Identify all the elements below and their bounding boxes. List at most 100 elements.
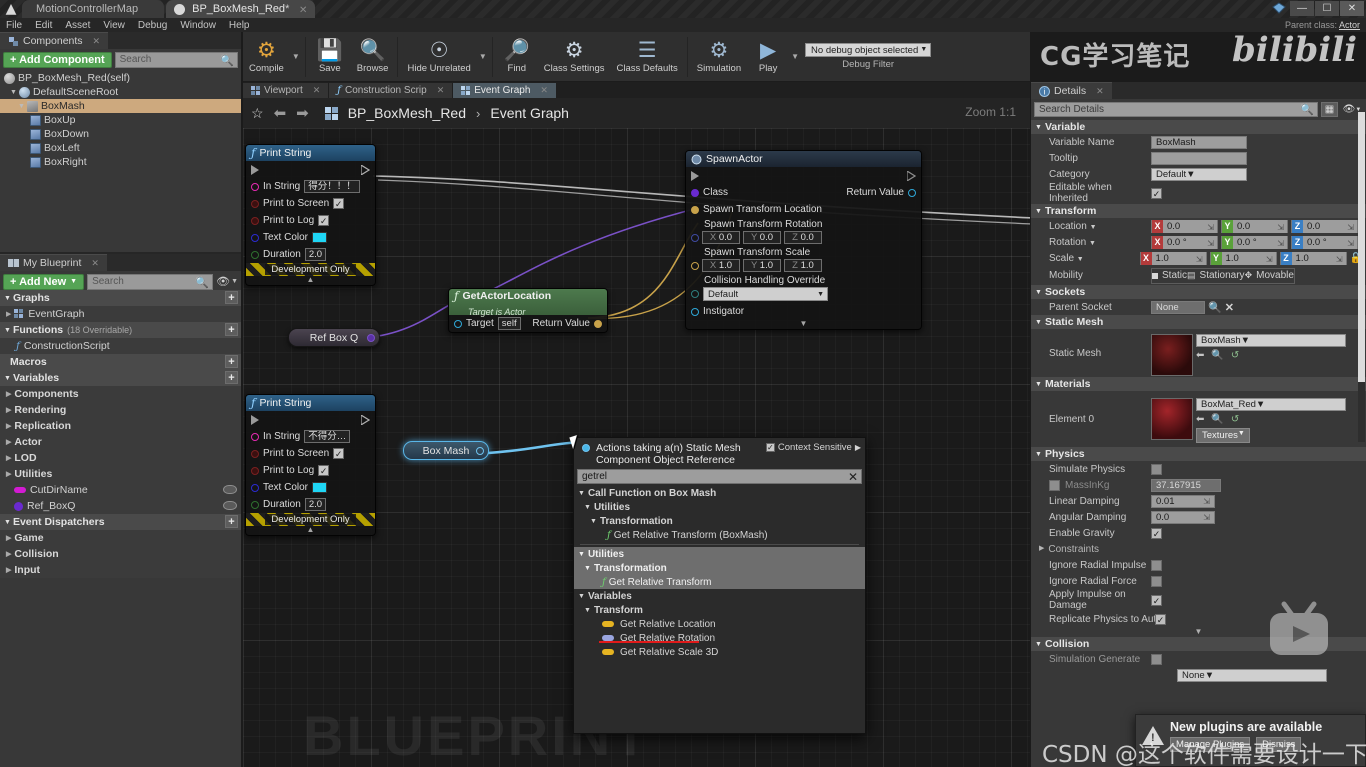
close-icon[interactable]: ✕ bbox=[437, 85, 445, 96]
play-button[interactable]: ▶ Play bbox=[747, 33, 789, 81]
collision-override-select[interactable]: Default ▼ bbox=[703, 287, 828, 301]
exec-in-pin[interactable] bbox=[251, 164, 259, 175]
static-mesh-select[interactable]: BoxMash ▼ bbox=[1196, 333, 1346, 347]
rot-z-value[interactable]: 0.0 bbox=[801, 232, 814, 243]
components-search-input[interactable]: Search 🔍 bbox=[114, 51, 238, 68]
menu-item-asset[interactable]: Asset bbox=[65, 20, 90, 31]
add-component-button[interactable]: + Add Component bbox=[3, 51, 112, 68]
exec-in-pin[interactable] bbox=[251, 414, 259, 425]
menu-item-file[interactable]: File bbox=[6, 20, 22, 31]
rotation-y[interactable]: Y 0.0 ° ⇲ bbox=[1221, 235, 1288, 249]
chevron-right-icon[interactable]: ▶ bbox=[6, 422, 11, 430]
tree-item-boxup[interactable]: BoxUp bbox=[0, 113, 241, 127]
node-header[interactable]: ƒ Print String bbox=[246, 145, 375, 161]
tab-components[interactable]: Components ✕ bbox=[0, 32, 109, 49]
duration-value[interactable]: 2.0 bbox=[304, 248, 327, 261]
tab-myblueprint[interactable]: My Blueprint ✕ bbox=[0, 254, 107, 271]
float-pin[interactable] bbox=[251, 500, 259, 509]
add-new-button[interactable]: + Add New ▼ bbox=[3, 273, 85, 290]
visibility-options[interactable]: 👁 ▼ bbox=[216, 275, 238, 288]
use-selected-asset-icon[interactable]: ⬅ bbox=[1196, 350, 1204, 361]
reset-to-default-icon[interactable]: ↺ bbox=[1231, 414, 1239, 425]
browse-to-asset-icon[interactable]: 🔍 bbox=[1211, 414, 1223, 425]
location-z[interactable]: Z 0.0 ⇲ bbox=[1291, 219, 1358, 233]
tab-details[interactable]: i Details ✕ bbox=[1031, 82, 1112, 99]
chevron-right-icon[interactable]: ▶ bbox=[6, 454, 11, 462]
simulate-physics-checkbox[interactable]: ☐ bbox=[1151, 463, 1162, 475]
close-button[interactable]: ✕ bbox=[1340, 1, 1364, 16]
eye-icon[interactable] bbox=[223, 485, 237, 494]
vector-pin[interactable] bbox=[691, 205, 699, 214]
chevron-down-icon[interactable]: ▼ bbox=[18, 103, 25, 110]
browse-button[interactable]: 🔍 Browse bbox=[351, 33, 395, 81]
bool-pin[interactable] bbox=[251, 199, 259, 208]
result-category-call-function[interactable]: ▼ Call Function on Box Mash bbox=[574, 486, 865, 500]
tree-item-boxdown[interactable]: BoxDown bbox=[0, 127, 241, 141]
collapse-icon[interactable]: ▲ bbox=[246, 276, 375, 285]
simulation-generates-checkbox[interactable]: ☐ bbox=[1151, 653, 1162, 665]
exec-out-pin[interactable] bbox=[361, 414, 370, 425]
close-icon[interactable]: ✕ bbox=[313, 85, 321, 96]
tree-item-boxright[interactable]: BoxRight bbox=[0, 155, 241, 169]
add-graph-button[interactable]: + bbox=[225, 291, 238, 304]
text-color-swatch[interactable] bbox=[312, 482, 328, 493]
list-item-cutdirname[interactable]: CutDirName bbox=[0, 482, 241, 498]
linear-damping-input[interactable]: 0.01 ⇲ bbox=[1151, 494, 1215, 508]
close-icon[interactable]: ✕ bbox=[91, 258, 99, 269]
details-search-input[interactable]: Search Details 🔍 bbox=[1034, 102, 1318, 117]
list-item-components[interactable]: ▶ Components bbox=[0, 386, 241, 402]
collapse-icon[interactable]: ▲ bbox=[246, 526, 375, 535]
details-scrollbar[interactable] bbox=[1358, 112, 1365, 442]
context-sensitive-toggle[interactable]: ✓ Context Sensitive ▶ bbox=[765, 442, 861, 453]
debug-object-select[interactable]: No debug object selected ▼ bbox=[805, 43, 932, 57]
exec-in-pin[interactable] bbox=[691, 170, 699, 181]
mobility-stationary-button[interactable]: ▤ Stationary bbox=[1187, 269, 1245, 283]
chevron-down-icon[interactable]: ▼ bbox=[10, 89, 17, 96]
in-string-value[interactable]: 不得分… bbox=[304, 430, 351, 443]
textures-button[interactable]: Textures ▼ bbox=[1196, 428, 1250, 443]
location-y[interactable]: Y 0.0 ⇲ bbox=[1221, 219, 1288, 233]
print-to-screen-checkbox[interactable]: ✓ bbox=[333, 198, 345, 209]
menu-item-help[interactable]: Help bbox=[229, 20, 250, 31]
result-category-utilities-1[interactable]: ▼ Utilities bbox=[574, 500, 865, 514]
target-pin[interactable] bbox=[454, 319, 462, 328]
list-item-collision[interactable]: ▶ Collision bbox=[0, 546, 241, 562]
result-category-transform[interactable]: ▼ Transform bbox=[574, 603, 865, 617]
close-icon[interactable]: ✕ bbox=[1096, 86, 1104, 97]
class-pin[interactable] bbox=[691, 188, 699, 197]
context-sensitive-checkbox[interactable]: ✓ bbox=[765, 443, 775, 452]
rot-y-value[interactable]: 0.0 bbox=[760, 232, 773, 243]
result-item-get-relative-transform-boxmash[interactable]: ƒ Get Relative Transform (BoxMash) bbox=[574, 528, 865, 542]
menu-item-view[interactable]: View bbox=[103, 20, 125, 31]
collision-preset-select[interactable]: None ▼ bbox=[1177, 668, 1327, 682]
chevron-right-icon[interactable]: ▶ bbox=[6, 470, 11, 478]
tab-event-graph[interactable]: Event Graph ✕ bbox=[453, 83, 556, 98]
chevron-right-icon[interactable]: ▶ bbox=[6, 406, 11, 414]
add-variable-button[interactable]: + bbox=[225, 371, 238, 384]
print-to-screen-checkbox[interactable]: ✓ bbox=[333, 448, 345, 459]
linearcolor-pin[interactable] bbox=[251, 233, 259, 242]
rotation-x[interactable]: X 0.0 ° ⇲ bbox=[1151, 235, 1218, 249]
list-item-input[interactable]: ▶ Input bbox=[0, 562, 241, 578]
section-functions[interactable]: ▼ Functions (18 Overridable) + bbox=[0, 322, 241, 338]
section-transform[interactable]: ▼ Transform bbox=[1031, 204, 1366, 218]
window-tab-bp-boxmesh-red[interactable]: BP_BoxMesh_Red* ✕ bbox=[166, 0, 316, 18]
hide-unrelated-button[interactable]: ☉ Hide Unrelated bbox=[401, 33, 476, 81]
bool-pin[interactable] bbox=[251, 449, 259, 458]
scale-pin[interactable] bbox=[691, 261, 699, 270]
find-button[interactable]: 🔎 Find bbox=[496, 33, 538, 81]
scale-z[interactable]: Z 1.0 ⇲ bbox=[1279, 251, 1347, 265]
play-options-caret-icon[interactable]: ▼ bbox=[791, 52, 799, 61]
chevron-right-icon[interactable]: ▶ bbox=[6, 566, 11, 574]
result-item-get-relative-scale-3d[interactable]: Get Relative Scale 3D bbox=[574, 645, 865, 659]
duration-value[interactable]: 2.0 bbox=[304, 498, 327, 511]
scale-z-value[interactable]: 1.0 bbox=[801, 260, 814, 271]
context-menu-search-input[interactable]: getrel ✕ bbox=[577, 469, 862, 484]
object-out-pin[interactable] bbox=[367, 333, 375, 342]
tab-viewport[interactable]: Viewport ✕ bbox=[243, 83, 329, 98]
save-button[interactable]: 💾 Save bbox=[309, 33, 351, 81]
node-header[interactable]: ƒ Print String bbox=[246, 395, 375, 411]
material-select[interactable]: BoxMat_Red ▼ bbox=[1196, 398, 1346, 411]
angular-damping-input[interactable]: 0.0 ⇲ bbox=[1151, 510, 1215, 524]
forward-icon[interactable]: ➡ bbox=[296, 104, 309, 122]
